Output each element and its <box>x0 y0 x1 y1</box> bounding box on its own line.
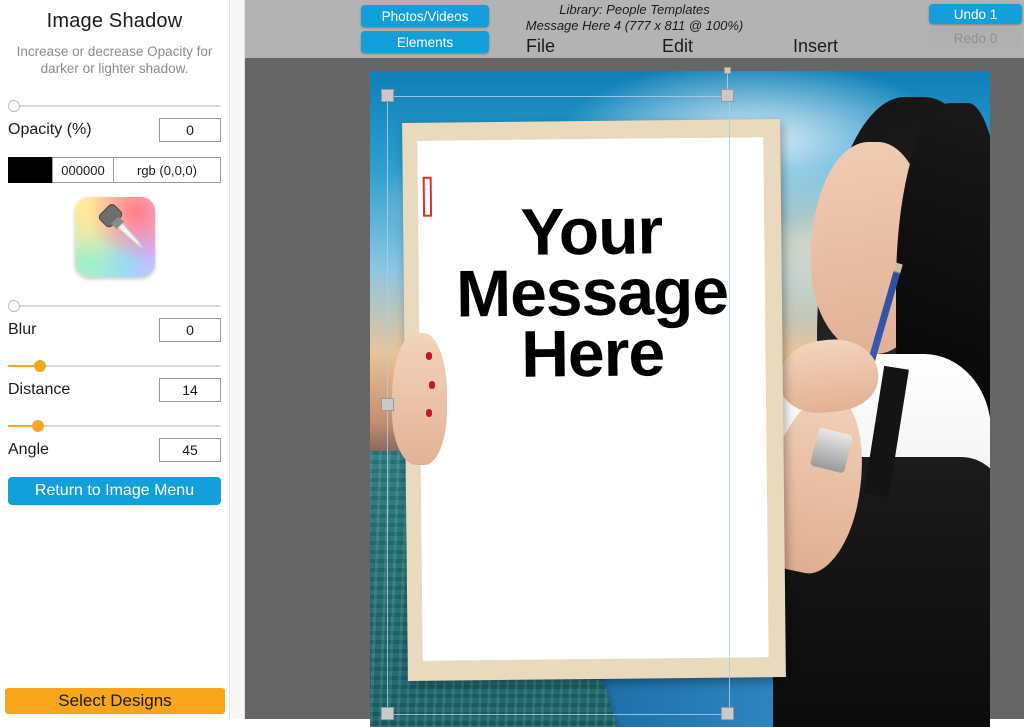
top-toolbar: Photos/Videos Elements Library: People T… <box>245 0 1024 58</box>
canvas-area[interactable]: Your Message Here <box>245 58 1024 727</box>
fingernail <box>428 380 435 389</box>
menu-edit[interactable]: Edit <box>662 36 693 57</box>
distance-value-input[interactable]: 14 <box>159 378 221 402</box>
panel-title: Image Shadow <box>46 10 183 32</box>
angle-label: Angle <box>8 441 49 458</box>
blur-row: Blur 0 <box>8 315 221 345</box>
fingernail <box>426 409 433 418</box>
whiteboard-message: Your Message Here <box>418 193 766 391</box>
sidebar-scrollbar[interactable] <box>231 0 245 719</box>
select-designs-button[interactable]: Select Designs <box>5 688 225 714</box>
angle-slider-thumb[interactable] <box>32 420 44 432</box>
angle-row: Angle 45 <box>8 435 221 465</box>
undo-button[interactable]: Undo 1 <box>929 4 1022 24</box>
eyedropper-icon[interactable] <box>74 197 155 277</box>
return-to-image-menu-button[interactable]: Return to Image Menu <box>8 477 221 505</box>
color-swatch[interactable] <box>8 157 52 183</box>
opacity-slider[interactable] <box>8 99 221 113</box>
eyedropper-wrap <box>0 197 229 277</box>
distance-row: Distance 14 <box>8 375 221 405</box>
whiteboard-surface: Your Message Here <box>417 136 769 661</box>
opacity-value-input[interactable]: 0 <box>159 118 221 142</box>
artboard-image[interactable]: Your Message Here <box>370 71 990 727</box>
rgb-value-input[interactable]: rgb (0,0,0) <box>114 157 221 183</box>
blur-slider-track <box>8 305 221 307</box>
redo-button: Redo 0 <box>929 28 1022 48</box>
distance-slider[interactable] <box>8 359 221 373</box>
fingernail <box>426 351 433 360</box>
library-info: Library: People Templates Message Here 4… <box>245 2 1024 34</box>
panel-description: Increase or decrease Opacity for darker … <box>16 44 213 76</box>
app-root: Image Shadow Increase or decrease Opacit… <box>0 0 1024 727</box>
distance-label: Distance <box>8 381 71 398</box>
hex-value-input[interactable]: 000000 <box>52 157 114 183</box>
distance-slider-thumb[interactable] <box>34 360 46 372</box>
blur-slider[interactable] <box>8 299 221 313</box>
elements-button[interactable]: Elements <box>361 31 489 53</box>
editor-area: Photos/Videos Elements Library: People T… <box>245 0 1024 727</box>
shadow-color-row: 000000 rgb (0,0,0) <box>8 157 221 183</box>
blur-label: Blur <box>8 321 37 338</box>
message-line-3: Here <box>520 314 665 391</box>
blur-slider-thumb[interactable] <box>8 300 20 312</box>
blur-value-input[interactable]: 0 <box>159 318 221 342</box>
menu-insert[interactable]: Insert <box>793 36 838 57</box>
opacity-label: Opacity (%) <box>8 121 92 138</box>
message-line-2: Message <box>455 253 729 331</box>
menu-file[interactable]: File <box>526 36 555 57</box>
opacity-slider-track <box>8 105 221 107</box>
library-line-2: Message Here 4 (777 x 811 @ 100%) <box>525 18 744 33</box>
hand-holding-board <box>391 333 448 465</box>
opacity-slider-thumb[interactable] <box>8 100 20 112</box>
opacity-row: Opacity (%) 0 <box>8 115 221 145</box>
library-line-1: Library: People Templates <box>559 2 710 17</box>
image-shadow-panel: Image Shadow Increase or decrease Opacit… <box>0 0 230 719</box>
angle-value-input[interactable]: 45 <box>159 438 221 462</box>
whiteboard: Your Message Here <box>401 118 786 681</box>
angle-slider[interactable] <box>8 419 221 433</box>
